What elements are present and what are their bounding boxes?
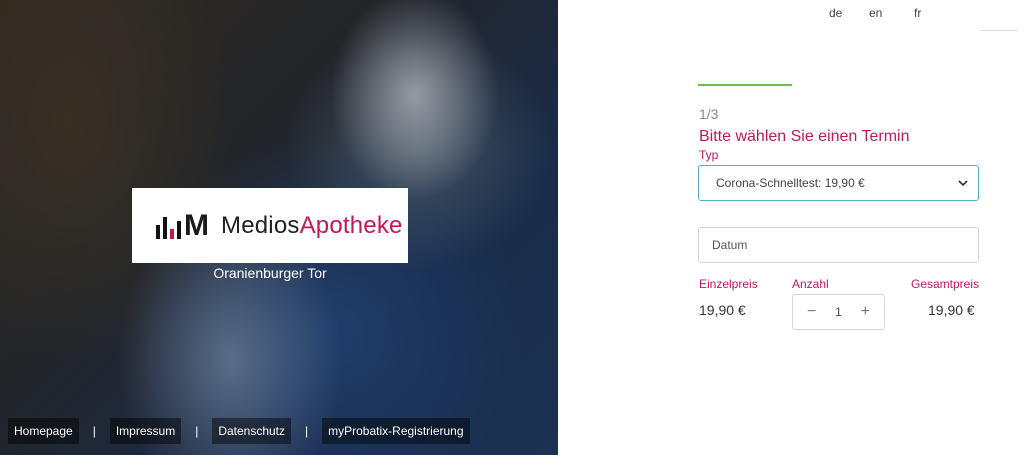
chevron-down-icon	[958, 180, 968, 187]
progress-bar	[698, 84, 792, 86]
logo-text: MediosApotheke	[221, 212, 403, 240]
quantity-value: 1	[835, 305, 842, 319]
footer-link-registration[interactable]: myProbatix-Registrierung	[322, 418, 470, 444]
logo-text-part2: Apotheke	[299, 211, 403, 239]
logo-text-part1: Medios	[221, 211, 300, 239]
lang-de[interactable]: de	[829, 6, 842, 20]
date-placeholder: Datum	[712, 238, 748, 252]
location-name: Oranienburger Tor	[213, 265, 327, 281]
quantity-decrease-button[interactable]: −	[807, 304, 816, 320]
total-price-value: 19,90 €	[928, 302, 975, 318]
hero-image: M MediosApotheke Oranienburger Tor Homep…	[0, 0, 558, 455]
type-select-value: Corona-Schnelltest: 19,90 €	[716, 176, 865, 190]
quantity-increase-button[interactable]: +	[861, 304, 870, 320]
footer-separator: |	[195, 424, 199, 438]
unit-price-label: Einzelpreis	[699, 277, 758, 291]
quantity-stepper: − 1 +	[792, 294, 885, 330]
footer-separator: |	[92, 424, 96, 438]
brand-logo: M MediosApotheke	[132, 188, 408, 263]
footer-link-homepage[interactable]: Homepage	[8, 418, 79, 444]
unit-price-value: 19,90 €	[699, 302, 746, 318]
footer-link-impressum[interactable]: Impressum	[109, 418, 182, 444]
date-field[interactable]: Datum	[698, 227, 979, 263]
type-select[interactable]: Corona-Schnelltest: 19,90 €	[698, 165, 979, 201]
footer-separator: |	[305, 424, 309, 438]
type-label: Typ	[699, 148, 719, 162]
form-heading: Bitte wählen Sie einen Termin	[699, 128, 910, 145]
step-indicator: 1/3	[699, 106, 719, 122]
lang-en[interactable]: en	[869, 6, 882, 20]
lang-fr[interactable]: fr	[914, 6, 921, 20]
total-price-label: Gesamtpreis	[911, 277, 980, 291]
footer-link-datenschutz[interactable]: Datenschutz	[212, 418, 292, 444]
logo-mark-icon: M	[156, 210, 209, 240]
lang-underline	[980, 30, 1018, 31]
footer-links: Homepage | Impressum | Datenschutz | myP…	[8, 418, 470, 444]
language-switcher: de en fr	[829, 0, 1024, 31]
quantity-label: Anzahl	[792, 277, 829, 291]
